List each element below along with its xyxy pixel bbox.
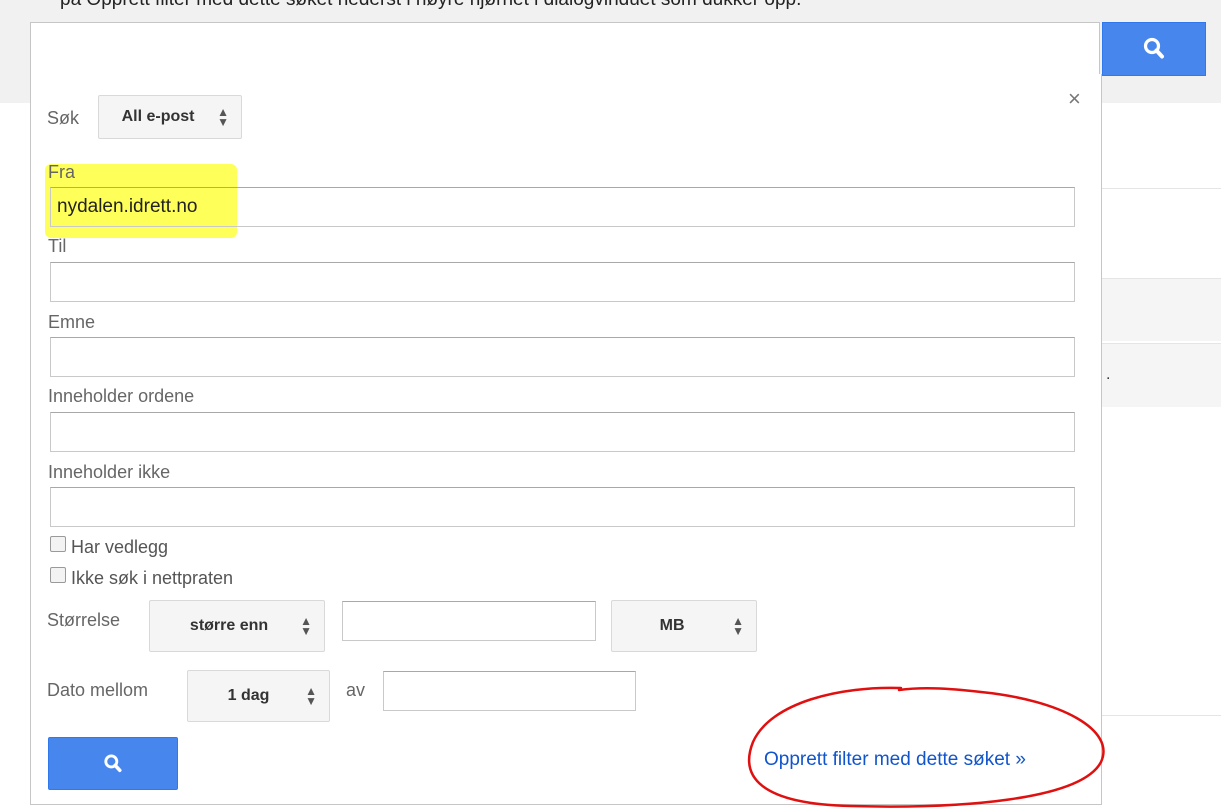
divider [1100, 715, 1221, 716]
no-words-label: Inneholder ikke [48, 462, 171, 482]
tutorial-caption: på Opprett filter med dette søket neders… [60, 0, 801, 11]
size-operator-value: større enn [189, 617, 269, 634]
create-filter-link[interactable]: Opprett filter med dette søket » [764, 749, 1026, 771]
search-icon [1143, 37, 1164, 59]
list-item [1100, 278, 1221, 341]
size-value-field[interactable] [342, 601, 596, 641]
scope-select-value: All e-post [121, 108, 195, 125]
annotation-circle [747, 686, 1105, 808]
no-chat-checkbox[interactable] [50, 567, 66, 583]
has-words-field[interactable] [50, 412, 1075, 452]
size-unit-value: MB [659, 617, 685, 634]
has-words-label: Inneholder ordene [48, 386, 195, 406]
select-arrows-icon: ▲ ▼ [300, 613, 312, 638]
has-attachment-checkbox[interactable] [50, 536, 66, 552]
list-item-text: . [1106, 366, 1111, 383]
date-av-label: av [346, 680, 366, 700]
advanced-search-dialog: × Søk All e-post ▲ ▼ Fra nydalen.idrett.n… [30, 74, 1105, 808]
submit-search-button[interactable] [48, 737, 178, 790]
scope-label: Søk [47, 108, 80, 128]
date-range-select[interactable]: 1 dag ▲ ▼ [187, 670, 330, 722]
divider [1100, 188, 1221, 189]
search-button[interactable] [1102, 22, 1206, 76]
search-input[interactable] [30, 22, 1100, 74]
select-arrows-icon: ▲ ▼ [305, 683, 317, 708]
date-range-value: 1 dag [227, 687, 270, 704]
from-field-value: nydalen.idrett.no [57, 196, 198, 217]
list-item [1100, 343, 1221, 407]
no-chat-label: Ikke søk i nettpraten [71, 568, 234, 588]
date-field[interactable] [383, 671, 636, 711]
date-label: Dato mellom [47, 680, 149, 700]
no-words-field[interactable] [50, 487, 1075, 527]
scope-select[interactable]: All e-post ▲ ▼ [98, 95, 242, 139]
to-field[interactable] [50, 262, 1075, 302]
to-label: Til [48, 236, 67, 256]
subject-label: Emne [48, 312, 96, 332]
size-label: Størrelse [47, 610, 121, 630]
search-icon [104, 754, 122, 772]
select-arrows-icon: ▲ ▼ [732, 613, 744, 638]
close-icon[interactable]: × [1068, 88, 1081, 110]
subject-field[interactable] [50, 337, 1075, 377]
from-label: Fra [48, 162, 75, 182]
from-field[interactable]: nydalen.idrett.no [50, 187, 1075, 227]
size-unit-select[interactable]: MB ▲ ▼ [611, 600, 757, 652]
select-arrows-icon: ▲ ▼ [217, 104, 229, 129]
size-operator-select[interactable]: større enn ▲ ▼ [149, 600, 325, 652]
has-attachment-label: Har vedlegg [71, 537, 169, 557]
